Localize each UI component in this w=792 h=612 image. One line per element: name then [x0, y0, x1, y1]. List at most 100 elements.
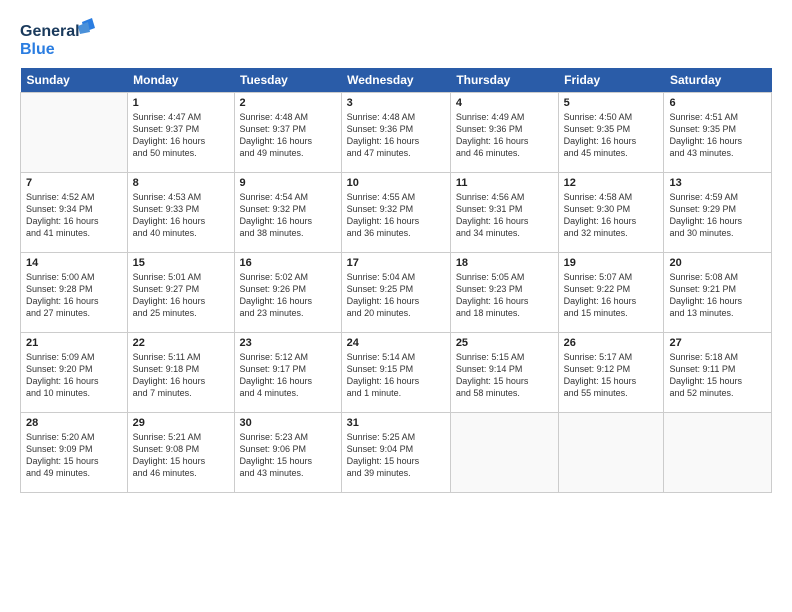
day-info: Sunrise: 4:52 AMSunset: 9:34 PMDaylight:… [26, 191, 122, 240]
calendar-cell: 13 Sunrise: 4:59 AMSunset: 9:29 PMDayligh… [664, 173, 772, 253]
week-row-2: 7 Sunrise: 4:52 AMSunset: 9:34 PMDaylight… [21, 173, 772, 253]
calendar-cell: 10 Sunrise: 4:55 AMSunset: 9:32 PMDayligh… [341, 173, 450, 253]
day-info: Sunrise: 4:51 AMSunset: 9:35 PMDaylight:… [669, 111, 766, 160]
day-info: Sunrise: 5:04 AMSunset: 9:25 PMDaylight:… [347, 271, 445, 320]
calendar-cell: 24 Sunrise: 5:14 AMSunset: 9:15 PMDayligh… [341, 333, 450, 413]
calendar-cell: 3Sunrise: 4:48 AMSunset: 9:36 PMDaylight… [341, 93, 450, 173]
logo-svg: GeneralBlue [20, 18, 100, 62]
day-number: 27 [669, 337, 766, 349]
calendar-cell: 17 Sunrise: 5:04 AMSunset: 9:25 PMDayligh… [341, 253, 450, 333]
day-info: Sunrise: 5:20 AMSunset: 9:09 PMDaylight:… [26, 431, 122, 480]
calendar-cell: 27 Sunrise: 5:18 AMSunset: 9:11 PMDayligh… [664, 333, 772, 413]
calendar-cell: 29 Sunrise: 5:21 AMSunset: 9:08 PMDayligh… [127, 413, 234, 493]
header-cell-sunday: Sunday [21, 68, 128, 93]
calendar-cell: 5Sunrise: 4:50 AMSunset: 9:35 PMDaylight… [558, 93, 664, 173]
day-info: Sunrise: 5:25 AMSunset: 9:04 PMDaylight:… [347, 431, 445, 480]
day-info: Sunrise: 4:58 AMSunset: 9:30 PMDaylight:… [564, 191, 659, 240]
day-number: 4 [456, 97, 553, 109]
calendar-cell: 23 Sunrise: 5:12 AMSunset: 9:17 PMDayligh… [234, 333, 341, 413]
calendar-cell [558, 413, 664, 493]
day-number: 20 [669, 257, 766, 269]
week-row-1: 1 Sunrise: 4:47 AMSunset: 9:37 PMDaylight… [21, 93, 772, 173]
day-number: 19 [564, 257, 659, 269]
calendar-cell: 25 Sunrise: 5:15 AMSunset: 9:14 PMDayligh… [450, 333, 558, 413]
day-info: Sunrise: 5:01 AMSunset: 9:27 PMDaylight:… [133, 271, 229, 320]
calendar-cell: 12Sunrise: 4:58 AMSunset: 9:30 PMDayligh… [558, 173, 664, 253]
day-info: Sunrise: 5:21 AMSunset: 9:08 PMDaylight:… [133, 431, 229, 480]
calendar-cell: 26 Sunrise: 5:17 AMSunset: 9:12 PMDayligh… [558, 333, 664, 413]
day-info: Sunrise: 4:59 AMSunset: 9:29 PMDaylight:… [669, 191, 766, 240]
day-info: Sunrise: 5:05 AMSunset: 9:23 PMDaylight:… [456, 271, 553, 320]
day-number: 31 [347, 417, 445, 429]
day-number: 23 [240, 337, 336, 349]
calendar-cell [450, 413, 558, 493]
calendar-cell: 28 Sunrise: 5:20 AMSunset: 9:09 PMDayligh… [21, 413, 128, 493]
day-info: Sunrise: 4:56 AMSunset: 9:31 PMDaylight:… [456, 191, 553, 240]
header-cell-friday: Friday [558, 68, 664, 93]
header-cell-thursday: Thursday [450, 68, 558, 93]
day-number: 30 [240, 417, 336, 429]
calendar-cell: 11 Sunrise: 4:56 AMSunset: 9:31 PMDayligh… [450, 173, 558, 253]
day-number: 29 [133, 417, 229, 429]
day-number: 22 [133, 337, 229, 349]
header-cell-tuesday: Tuesday [234, 68, 341, 93]
calendar-cell: 15 Sunrise: 5:01 AMSunset: 9:27 PMDayligh… [127, 253, 234, 333]
calendar-cell: 8Sunrise: 4:53 AMSunset: 9:33 PMDaylight… [127, 173, 234, 253]
svg-text:Blue: Blue [20, 41, 55, 58]
day-info: Sunrise: 5:18 AMSunset: 9:11 PMDaylight:… [669, 351, 766, 400]
day-info: Sunrise: 4:55 AMSunset: 9:32 PMDaylight:… [347, 191, 445, 240]
day-info: Sunrise: 5:02 AMSunset: 9:26 PMDaylight:… [240, 271, 336, 320]
day-info: Sunrise: 5:00 AMSunset: 9:28 PMDaylight:… [26, 271, 122, 320]
calendar-cell [664, 413, 772, 493]
calendar-cell: 14Sunrise: 5:00 AMSunset: 9:28 PMDayligh… [21, 253, 128, 333]
day-number: 10 [347, 177, 445, 189]
day-info: Sunrise: 5:23 AMSunset: 9:06 PMDaylight:… [240, 431, 336, 480]
page-header: GeneralBlue [20, 18, 772, 62]
day-info: Sunrise: 5:12 AMSunset: 9:17 PMDaylight:… [240, 351, 336, 400]
day-number: 25 [456, 337, 553, 349]
calendar-cell: 22 Sunrise: 5:11 AMSunset: 9:18 PMDayligh… [127, 333, 234, 413]
svg-text:General: General [20, 23, 80, 40]
day-info: Sunrise: 4:49 AMSunset: 9:36 PMDaylight:… [456, 111, 553, 160]
day-number: 17 [347, 257, 445, 269]
header-cell-monday: Monday [127, 68, 234, 93]
day-info: Sunrise: 5:07 AMSunset: 9:22 PMDaylight:… [564, 271, 659, 320]
day-info: Sunrise: 5:08 AMSunset: 9:21 PMDaylight:… [669, 271, 766, 320]
day-number: 3 [347, 97, 445, 109]
day-number: 6 [669, 97, 766, 109]
calendar-header: SundayMondayTuesdayWednesdayThursdayFrid… [21, 68, 772, 93]
day-number: 9 [240, 177, 336, 189]
day-info: Sunrise: 5:15 AMSunset: 9:14 PMDaylight:… [456, 351, 553, 400]
header-cell-saturday: Saturday [664, 68, 772, 93]
header-row: SundayMondayTuesdayWednesdayThursdayFrid… [21, 68, 772, 93]
day-number: 13 [669, 177, 766, 189]
calendar-cell: 7 Sunrise: 4:52 AMSunset: 9:34 PMDaylight… [21, 173, 128, 253]
calendar-cell: 4 Sunrise: 4:49 AMSunset: 9:36 PMDaylight… [450, 93, 558, 173]
day-info: Sunrise: 5:14 AMSunset: 9:15 PMDaylight:… [347, 351, 445, 400]
day-number: 18 [456, 257, 553, 269]
logo: GeneralBlue [20, 18, 100, 62]
calendar-table: SundayMondayTuesdayWednesdayThursdayFrid… [20, 68, 772, 493]
day-number: 26 [564, 337, 659, 349]
day-info: Sunrise: 5:11 AMSunset: 9:18 PMDaylight:… [133, 351, 229, 400]
week-row-3: 14Sunrise: 5:00 AMSunset: 9:28 PMDayligh… [21, 253, 772, 333]
day-number: 24 [347, 337, 445, 349]
day-info: Sunrise: 4:47 AMSunset: 9:37 PMDaylight:… [133, 111, 229, 160]
calendar-cell: 2Sunrise: 4:48 AMSunset: 9:37 PMDaylight… [234, 93, 341, 173]
day-number: 1 [133, 97, 229, 109]
calendar-cell: 30 Sunrise: 5:23 AMSunset: 9:06 PMDayligh… [234, 413, 341, 493]
day-number: 21 [26, 337, 122, 349]
day-number: 16 [240, 257, 336, 269]
day-info: Sunrise: 5:09 AMSunset: 9:20 PMDaylight:… [26, 351, 122, 400]
day-number: 28 [26, 417, 122, 429]
day-info: Sunrise: 5:17 AMSunset: 9:12 PMDaylight:… [564, 351, 659, 400]
day-number: 11 [456, 177, 553, 189]
calendar-cell: 18 Sunrise: 5:05 AMSunset: 9:23 PMDayligh… [450, 253, 558, 333]
day-info: Sunrise: 4:48 AMSunset: 9:37 PMDaylight:… [240, 111, 336, 160]
day-number: 5 [564, 97, 659, 109]
day-number: 7 [26, 177, 122, 189]
calendar-cell: 20 Sunrise: 5:08 AMSunset: 9:21 PMDayligh… [664, 253, 772, 333]
day-info: Sunrise: 4:54 AMSunset: 9:32 PMDaylight:… [240, 191, 336, 240]
calendar-cell: 9 Sunrise: 4:54 AMSunset: 9:32 PMDaylight… [234, 173, 341, 253]
day-number: 15 [133, 257, 229, 269]
